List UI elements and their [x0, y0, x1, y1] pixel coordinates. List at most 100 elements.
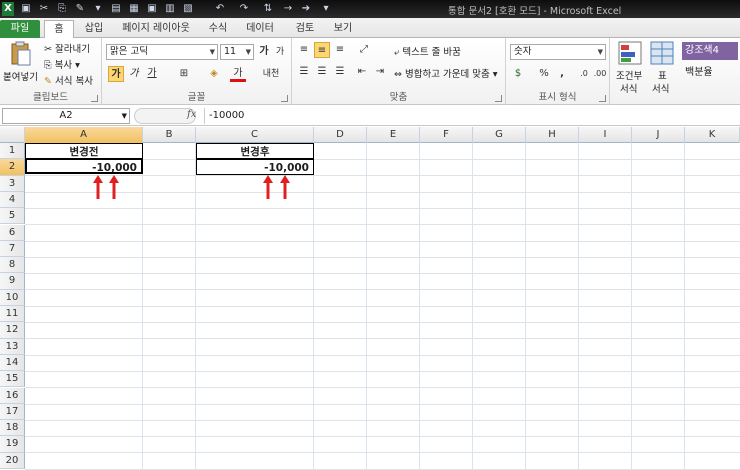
chart-icon[interactable]: ▧ [182, 2, 194, 16]
undo-icon[interactable]: ↶ [214, 2, 226, 16]
column-header-j[interactable]: J [632, 127, 685, 143]
row-header-2[interactable]: 2 [0, 159, 25, 176]
fill-color-icon[interactable]: ◈ [206, 66, 222, 82]
style-swatch-accent4[interactable]: 강조색4 [682, 42, 738, 60]
format-table-label-2[interactable]: 서식 [652, 81, 669, 95]
number-format-combo[interactable]: 숫자 ▼ [510, 44, 606, 60]
italic-button[interactable]: 가 [126, 66, 142, 82]
formula-input[interactable]: -10000 [204, 108, 738, 124]
dropdown-icon[interactable]: ▾ [92, 2, 104, 16]
cell-c1[interactable]: 변경후 [196, 143, 314, 159]
cell-c2[interactable]: -10,000 [196, 159, 314, 175]
row-header-19[interactable]: 19 [0, 436, 25, 453]
copy-button[interactable]: ⎘ 복사 ▾ [44, 57, 80, 71]
column-header-i[interactable]: I [579, 127, 632, 143]
row-header-14[interactable]: 14 [0, 354, 25, 372]
row-header-16[interactable]: 16 [0, 387, 25, 404]
column-header-g[interactable]: G [473, 127, 526, 143]
cut-icon[interactable]: ✂ [38, 2, 50, 16]
name-box[interactable]: A2 ▼ [2, 108, 130, 124]
row-header-3[interactable]: 3 [0, 175, 25, 192]
row-header-12[interactable]: 12 [0, 322, 25, 339]
align-middle-icon[interactable]: ≡ [314, 42, 330, 58]
tab-file[interactable]: 파일 [0, 20, 40, 38]
row-header-9[interactable]: 9 [0, 273, 25, 290]
paste-button[interactable]: 붙여넣기 [3, 69, 38, 83]
increase-decimal-icon[interactable]: .0 [576, 66, 592, 82]
grow-font-button[interactable]: 가 [256, 44, 272, 60]
clipboard-dialog-launcher[interactable] [91, 95, 98, 102]
row-header-18[interactable]: 18 [0, 420, 25, 437]
column-header-b[interactable]: B [143, 127, 196, 143]
column-header-k[interactable]: K [685, 127, 740, 143]
columns-icon[interactable]: ▥ [164, 2, 176, 16]
row-header-8[interactable]: 8 [0, 257, 25, 274]
font-color-button[interactable]: 가 [230, 66, 246, 82]
grid-icon[interactable]: ▤ [110, 2, 122, 16]
row-header-1[interactable]: 1 [0, 143, 25, 160]
row-header-7[interactable]: 7 [0, 240, 25, 258]
tab-view[interactable]: 보기 [328, 20, 358, 38]
font-size-combo[interactable]: 11 ▼ [220, 44, 254, 60]
forward-icon-2[interactable]: ➔ [300, 2, 312, 16]
conditional-format-label-1[interactable]: 조건부 [616, 68, 642, 82]
row-header-20[interactable]: 20 [0, 452, 25, 469]
save-icon-2[interactable]: ▣ [146, 2, 158, 16]
customize-icon[interactable]: ▾ [320, 2, 332, 16]
alignment-dialog-launcher[interactable] [495, 95, 502, 102]
worksheet-grid[interactable] [25, 143, 740, 470]
wrap-text-button[interactable]: ⤶ 텍스트 줄 바꿈 [394, 44, 461, 58]
name-box-dropdown-icon[interactable]: ▼ [122, 109, 127, 123]
cut-button[interactable]: ✂ 잘라내기 [44, 41, 90, 55]
forward-icon[interactable]: → [282, 2, 294, 16]
format-painter-button[interactable]: ✎ 서식 복사 [44, 73, 93, 87]
row-header-10[interactable]: 10 [0, 289, 25, 306]
align-right-icon[interactable]: ☰ [332, 64, 348, 80]
tab-data[interactable]: 데이터 [240, 20, 280, 38]
sort-icon[interactable]: ⇅ [262, 2, 274, 16]
comma-button[interactable]: , [554, 66, 570, 82]
cell-a1[interactable]: 변경전 [25, 143, 143, 159]
merge-center-button[interactable]: ⇔ 병합하고 가운데 맞춤 ▾ [394, 66, 498, 80]
row-header-13[interactable]: 13 [0, 338, 25, 355]
align-bottom-icon[interactable]: ≡ [332, 42, 348, 58]
conditional-format-icon[interactable] [618, 41, 642, 65]
redo-icon[interactable]: ↷ [238, 2, 250, 16]
row-header-17[interactable]: 17 [0, 403, 25, 421]
increase-indent-icon[interactable]: ⇥ [372, 64, 388, 80]
number-dialog-launcher[interactable] [599, 95, 606, 102]
tab-insert[interactable]: 삽입 [80, 20, 108, 38]
style-swatch-percent[interactable]: 백분율 [682, 64, 738, 82]
column-header-f[interactable]: F [420, 127, 473, 143]
shrink-font-button[interactable]: 가 [272, 44, 288, 60]
cell-a2[interactable]: -10,000 [25, 158, 143, 174]
paste-icon[interactable] [10, 41, 32, 67]
insert-function-icon[interactable]: fx [187, 109, 196, 120]
row-header-6[interactable]: 6 [0, 224, 25, 241]
row-header-4[interactable]: 4 [0, 191, 25, 209]
column-header-d[interactable]: D [314, 127, 367, 143]
column-header-c[interactable]: C [196, 127, 314, 143]
column-header-h[interactable]: H [526, 127, 579, 143]
format-painter-icon[interactable]: ✎ [74, 2, 86, 16]
row-header-15[interactable]: 15 [0, 371, 25, 388]
phonetic-button[interactable]: 내천 [260, 66, 282, 82]
align-center-icon[interactable]: ☰ [314, 64, 330, 80]
save-icon[interactable]: ▣ [20, 2, 32, 16]
table-icon[interactable]: ▦ [128, 2, 140, 16]
tab-formulas[interactable]: 수식 [204, 20, 232, 38]
column-header-a[interactable]: A [25, 127, 143, 143]
align-left-icon[interactable]: ☰ [296, 64, 312, 80]
align-top-icon[interactable]: ≡ [296, 42, 312, 58]
row-header-11[interactable]: 11 [0, 306, 25, 323]
tab-page-layout[interactable]: 페이지 레이아웃 [114, 20, 198, 38]
row-header-5[interactable]: 5 [0, 208, 25, 225]
tab-review[interactable]: 검토 [290, 20, 320, 38]
decrease-decimal-icon[interactable]: .00 [592, 66, 608, 82]
select-all-corner[interactable] [0, 127, 25, 143]
tab-home[interactable]: 홈 [44, 20, 74, 38]
conditional-format-label-2[interactable]: 서식 [620, 81, 637, 95]
format-table-label-1[interactable]: 표 [658, 68, 667, 82]
decrease-indent-icon[interactable]: ⇤ [354, 64, 370, 80]
underline-button[interactable]: 가 [144, 66, 160, 82]
